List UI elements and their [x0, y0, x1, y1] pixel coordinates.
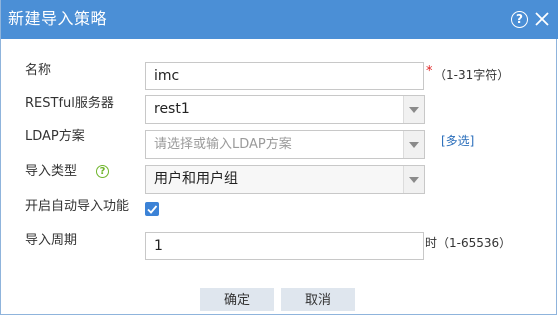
ok-button[interactable]: 确定: [200, 288, 274, 311]
question-icon[interactable]: ?: [96, 165, 109, 178]
name-hint: （1-31字符）: [434, 68, 510, 82]
close-x-glyph: [535, 12, 549, 26]
cancel-button[interactable]: 取消: [281, 288, 355, 311]
import-period-label: 导入周期: [25, 233, 78, 248]
ldap-scheme-dropdown-arrow[interactable]: [403, 131, 424, 158]
rest-server-value: rest1: [154, 101, 190, 117]
name-label: 名称: [25, 63, 52, 78]
import-policy-dialog: 新建导入策略 ? 名称 imc * （1-31字符） RESTful服务器 re…: [0, 0, 558, 315]
required-mark: *: [426, 64, 433, 79]
rest-server-select[interactable]: rest1: [145, 95, 425, 124]
import-type-value: 用户和用户组: [154, 171, 238, 187]
rest-server-dropdown-arrow[interactable]: [403, 96, 424, 123]
dialog-titlebar: 新建导入策略 ?: [1, 0, 558, 39]
import-period-hint: 时（1-65536）: [425, 236, 512, 250]
chevron-down-icon: [409, 142, 419, 148]
chevron-down-icon: [409, 107, 419, 113]
auto-import-label: 开启自动导入功能: [25, 199, 130, 214]
ldap-scheme-label: LDAP方案: [25, 129, 85, 144]
import-type-label: 导入类型: [25, 164, 78, 179]
ldap-scheme-placeholder: 请选择或输入LDAP方案: [154, 137, 292, 152]
ldap-scheme-select[interactable]: 请选择或输入LDAP方案: [145, 130, 425, 159]
rest-server-label: RESTful服务器: [25, 96, 114, 111]
chevron-down-icon: [409, 177, 419, 183]
import-type-dropdown-arrow[interactable]: [403, 166, 424, 193]
auto-import-checkbox[interactable]: [145, 202, 159, 216]
close-icon[interactable]: [533, 10, 551, 28]
check-icon: [147, 205, 158, 214]
help-icon[interactable]: ?: [511, 11, 528, 28]
name-input[interactable]: imc: [145, 62, 424, 90]
import-type-select[interactable]: 用户和用户组: [145, 165, 425, 194]
dialog-title: 新建导入策略: [8, 9, 108, 28]
import-period-input[interactable]: 1: [145, 232, 424, 260]
multi-select-link[interactable]: [多选]: [441, 132, 474, 149]
